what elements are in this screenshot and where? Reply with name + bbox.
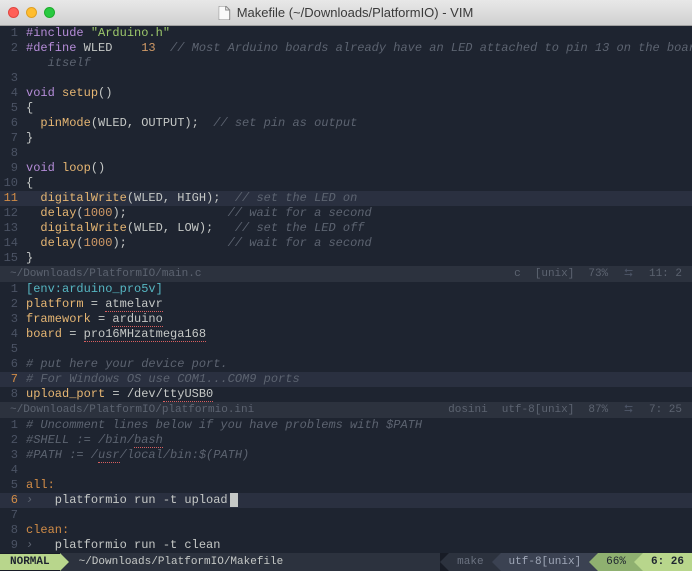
split-encoding: [unix] — [535, 266, 575, 282]
editor-pane-main-c[interactable]: 1#include "Arduino.h" 2#define WLED 13 /… — [0, 26, 692, 266]
line-number: 8 — [0, 387, 26, 402]
line-number: 3 — [0, 448, 26, 463]
line-number: 2 — [0, 297, 26, 312]
line-number: 4 — [0, 327, 26, 342]
separator-icon — [440, 553, 449, 571]
split-encoding: utf-8[unix] — [502, 402, 575, 418]
line-number: 5 — [0, 101, 26, 116]
maximize-button[interactable] — [44, 7, 55, 18]
line-number: 6 — [0, 357, 26, 372]
line-number: 3 — [0, 312, 26, 327]
window-titlebar: Makefile (~/Downloads/PlatformIO) - VIM — [0, 0, 692, 26]
line-number: 2 — [0, 433, 26, 448]
split-percent: 73% — [588, 266, 608, 282]
line-number: 6 — [0, 116, 26, 131]
document-icon — [219, 6, 231, 20]
line-number: 13 — [0, 221, 26, 236]
traffic-lights — [8, 7, 55, 18]
statusbar: NORMAL ~/Downloads/PlatformIO/Makefile m… — [0, 553, 692, 571]
line-number: 1 — [0, 282, 26, 297]
line-number: 4 — [0, 86, 26, 101]
line-number: 10 — [0, 176, 26, 191]
separator-icon — [634, 553, 643, 571]
line-number: 8 — [0, 146, 26, 161]
line-number: 2 — [0, 41, 26, 56]
line-number: 3 — [0, 71, 26, 86]
split-position: 7: 25 — [649, 402, 682, 418]
line-number: 8 — [0, 523, 26, 538]
split-path: ~/Downloads/PlatformIO/platformio.ini — [10, 402, 448, 418]
split-filetype: c — [514, 266, 521, 282]
line-number-current: 6 — [0, 493, 26, 508]
line-number: 14 — [0, 236, 26, 251]
split-position: 11: 2 — [649, 266, 682, 282]
status-filetype: make — [449, 553, 491, 571]
line-number: 15 — [0, 251, 26, 266]
line-number: 1 — [0, 26, 26, 41]
line-number: 4 — [0, 463, 26, 478]
line-number: 5 — [0, 478, 26, 493]
split-status-platformio-ini: ~/Downloads/PlatformIO/platformio.ini do… — [0, 402, 692, 418]
split-path: ~/Downloads/PlatformIO/main.c — [10, 266, 514, 282]
line-number: 1 — [0, 418, 26, 433]
line-number-current: 11 — [0, 191, 26, 206]
split-filetype: dosini — [448, 402, 488, 418]
line-number: 9 — [0, 538, 26, 553]
line-number: 9 — [0, 161, 26, 176]
editor-pane-makefile[interactable]: 1# Uncomment lines below if you have pro… — [0, 418, 692, 553]
minimize-button[interactable] — [26, 7, 37, 18]
text-cursor — [230, 493, 238, 507]
window-title-text: Makefile (~/Downloads/PlatformIO) - VIM — [237, 5, 474, 20]
split-status-main-c: ~/Downloads/PlatformIO/main.c c [unix] 7… — [0, 266, 692, 282]
line-number: 7 — [0, 508, 26, 523]
vim-mode-indicator: NORMAL — [0, 554, 60, 570]
status-encoding: utf-8[unix] — [501, 553, 590, 571]
line-number: 12 — [0, 206, 26, 221]
line-number: 7 — [0, 131, 26, 146]
status-position: 6: 26 — [643, 553, 692, 571]
status-percent: 66% — [598, 553, 634, 571]
separator-icon — [492, 553, 501, 571]
separator-icon — [589, 553, 598, 571]
status-file-path: ~/Downloads/PlatformIO/Makefile — [69, 553, 441, 571]
window-title: Makefile (~/Downloads/PlatformIO) - VIM — [219, 5, 474, 20]
separator-icon — [60, 553, 69, 571]
editor-pane-platformio-ini[interactable]: 1[env:arduino_pro5v] 2platform = atmelav… — [0, 282, 692, 402]
close-button[interactable] — [8, 7, 19, 18]
split-percent: 87% — [588, 402, 608, 418]
line-number: 5 — [0, 342, 26, 357]
line-number-current: 7 — [0, 372, 26, 387]
statusbar-right: make utf-8[unix] 66% 6: 26 — [440, 553, 692, 571]
